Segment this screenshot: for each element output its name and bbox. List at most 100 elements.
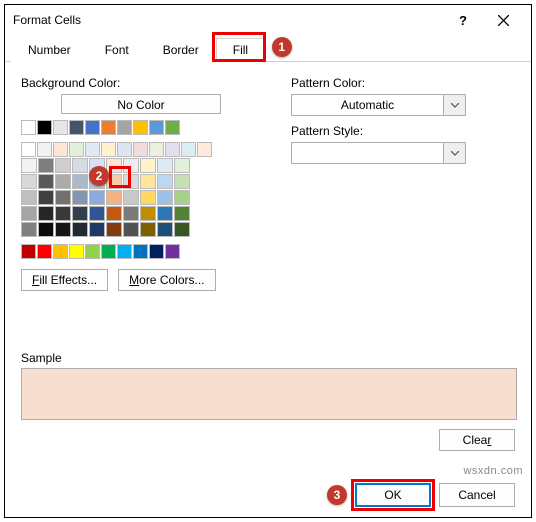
color-swatch[interactable] — [157, 158, 173, 173]
color-swatch[interactable] — [89, 190, 105, 205]
color-swatch[interactable] — [38, 206, 54, 221]
color-swatch[interactable] — [140, 206, 156, 221]
color-swatch[interactable] — [174, 174, 190, 189]
chevron-down-icon — [443, 143, 465, 163]
tab-font[interactable]: Font — [88, 38, 146, 62]
color-swatch[interactable] — [165, 142, 180, 157]
clear-button[interactable]: Clear — [439, 429, 515, 451]
color-swatch[interactable] — [157, 190, 173, 205]
color-swatch[interactable] — [53, 142, 68, 157]
color-swatch[interactable] — [21, 174, 37, 189]
color-swatch[interactable] — [21, 244, 36, 259]
color-swatch[interactable] — [38, 174, 54, 189]
color-swatch[interactable] — [123, 190, 139, 205]
color-swatch[interactable] — [123, 222, 139, 237]
help-button[interactable]: ? — [443, 6, 483, 34]
pattern-style-dropdown[interactable] — [291, 142, 466, 164]
color-swatch[interactable] — [89, 222, 105, 237]
color-swatch[interactable] — [55, 190, 71, 205]
color-swatch[interactable] — [72, 174, 88, 189]
color-swatch[interactable] — [133, 244, 148, 259]
color-swatch[interactable] — [174, 158, 190, 173]
color-swatch[interactable] — [174, 206, 190, 221]
color-swatch[interactable] — [69, 120, 84, 135]
color-swatch[interactable] — [101, 120, 116, 135]
color-swatch[interactable] — [37, 244, 52, 259]
color-swatch[interactable] — [149, 120, 164, 135]
color-swatch[interactable] — [53, 120, 68, 135]
color-swatch[interactable] — [21, 158, 37, 173]
color-swatch[interactable] — [123, 206, 139, 221]
color-swatch[interactable] — [53, 244, 68, 259]
color-swatch[interactable] — [89, 174, 105, 189]
color-swatch[interactable] — [21, 120, 36, 135]
tab-border[interactable]: Border — [146, 38, 216, 62]
color-swatch[interactable] — [38, 158, 54, 173]
color-swatch[interactable] — [106, 206, 122, 221]
color-swatch[interactable] — [106, 158, 122, 173]
color-swatch[interactable] — [140, 190, 156, 205]
ok-button[interactable]: OK — [355, 483, 431, 507]
color-swatch[interactable] — [101, 142, 116, 157]
color-swatch[interactable] — [106, 174, 122, 189]
color-swatch[interactable] — [165, 120, 180, 135]
color-swatch[interactable] — [21, 206, 37, 221]
color-swatch[interactable] — [174, 190, 190, 205]
color-swatch[interactable] — [165, 244, 180, 259]
color-swatch[interactable] — [133, 120, 148, 135]
color-swatch[interactable] — [85, 120, 100, 135]
color-swatch[interactable] — [85, 244, 100, 259]
color-swatch[interactable] — [72, 190, 88, 205]
color-swatch[interactable] — [38, 190, 54, 205]
color-swatch[interactable] — [149, 142, 164, 157]
color-swatch[interactable] — [157, 222, 173, 237]
color-swatch[interactable] — [55, 174, 71, 189]
color-swatch[interactable] — [140, 158, 156, 173]
color-swatch[interactable] — [157, 174, 173, 189]
color-swatch[interactable] — [174, 222, 190, 237]
color-swatch[interactable] — [69, 244, 84, 259]
color-swatch[interactable] — [38, 222, 54, 237]
pattern-color-label: Pattern Color: — [291, 76, 515, 90]
no-color-button[interactable]: No Color — [61, 94, 221, 114]
dialog-title: Format Cells — [13, 13, 443, 27]
color-swatch[interactable] — [117, 120, 132, 135]
color-swatch[interactable] — [123, 174, 139, 189]
color-swatch[interactable] — [123, 158, 139, 173]
color-swatch[interactable] — [21, 142, 36, 157]
background-color-label: Background Color: — [21, 76, 261, 90]
color-swatch[interactable] — [89, 158, 105, 173]
color-swatch[interactable] — [21, 222, 37, 237]
color-swatch[interactable] — [72, 158, 88, 173]
close-button[interactable] — [483, 6, 523, 34]
color-swatch[interactable] — [89, 206, 105, 221]
color-swatch[interactable] — [101, 244, 116, 259]
color-swatch[interactable] — [197, 142, 212, 157]
fill-effects-button[interactable]: Fill Effects... — [21, 269, 108, 291]
tab-fill[interactable]: Fill — [216, 38, 265, 62]
color-swatch[interactable] — [157, 206, 173, 221]
cancel-button[interactable]: Cancel — [439, 483, 515, 507]
color-swatch[interactable] — [72, 206, 88, 221]
pattern-color-dropdown[interactable]: Automatic — [291, 94, 466, 116]
color-swatch[interactable] — [140, 174, 156, 189]
color-swatch[interactable] — [21, 190, 37, 205]
color-swatch[interactable] — [37, 120, 52, 135]
color-swatch[interactable] — [133, 142, 148, 157]
color-swatch[interactable] — [55, 206, 71, 221]
color-swatch[interactable] — [106, 222, 122, 237]
color-swatch[interactable] — [69, 142, 84, 157]
color-swatch[interactable] — [37, 142, 52, 157]
color-swatch[interactable] — [140, 222, 156, 237]
color-swatch[interactable] — [55, 222, 71, 237]
color-swatch[interactable] — [55, 158, 71, 173]
color-swatch[interactable] — [181, 142, 196, 157]
color-swatch[interactable] — [72, 222, 88, 237]
color-swatch[interactable] — [85, 142, 100, 157]
color-swatch[interactable] — [106, 190, 122, 205]
color-swatch[interactable] — [149, 244, 164, 259]
color-swatch[interactable] — [117, 142, 132, 157]
color-swatch[interactable] — [117, 244, 132, 259]
more-colors-button[interactable]: More Colors... — [118, 269, 215, 291]
tab-number[interactable]: Number — [11, 38, 88, 62]
